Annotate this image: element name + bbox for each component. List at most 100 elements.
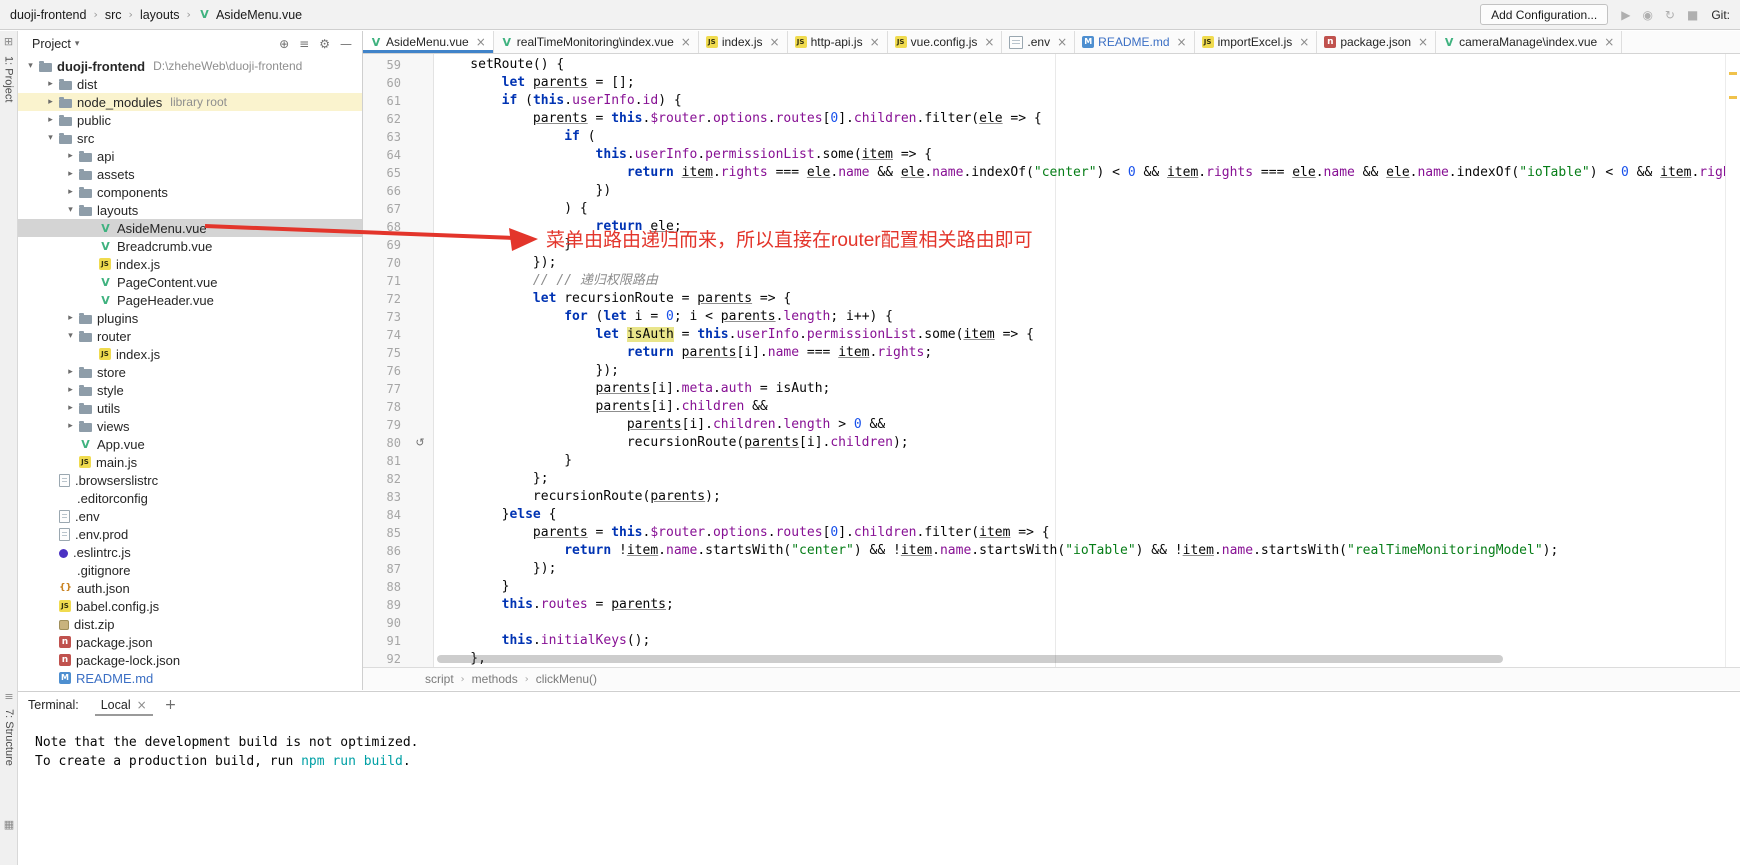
tree-item-babel-config-js[interactable]: JSbabel.config.js (18, 597, 362, 615)
tree-item-plugins[interactable]: ▸plugins (18, 309, 362, 327)
editor-tab[interactable]: MREADME.md× (1075, 31, 1194, 53)
project-tree[interactable]: ▾duoji-frontendD:\zheheWeb\duoji-fronten… (18, 57, 362, 690)
editor-tab[interactable]: JSvue.config.js× (888, 31, 1003, 53)
close-icon[interactable]: × (476, 36, 486, 48)
terminal-tab-local[interactable]: Local × (95, 694, 153, 716)
tree-item-style[interactable]: ▸style (18, 381, 362, 399)
editor-tab[interactable]: JShttp-api.js× (788, 31, 888, 53)
debug-icon[interactable]: ◉ (1642, 8, 1652, 22)
tree-item-index-js[interactable]: JSindex.js (18, 345, 362, 363)
tree-item-pageheader-vue[interactable]: VPageHeader.vue (18, 291, 362, 309)
chevron-icon[interactable]: ▸ (44, 115, 57, 125)
chevron-icon[interactable]: ▸ (64, 367, 77, 377)
tree-item-main-js[interactable]: JSmain.js (18, 453, 362, 471)
grid-icon[interactable]: ▦ (4, 819, 14, 830)
editor-breadcrumb-item[interactable]: script (425, 672, 454, 686)
tree-item-breadcrumb-vue[interactable]: VBreadcrumb.vue (18, 237, 362, 255)
tree-item-dist-zip[interactable]: dist.zip (18, 615, 362, 633)
chevron-icon[interactable]: ▸ (64, 313, 77, 323)
chevron-icon[interactable]: ▸ (44, 79, 57, 89)
terminal-output[interactable]: Note that the development build is not o… (18, 717, 1740, 771)
tree-item--browserslistrc[interactable]: .browserslistrc (18, 471, 362, 489)
editor-breadcrumb-item[interactable]: methods (472, 672, 518, 686)
tree-item-readme-md[interactable]: MREADME.md (18, 669, 362, 687)
close-icon[interactable]: × (1299, 36, 1309, 48)
editor-tab[interactable]: VAsideMenu.vue× (363, 31, 494, 53)
breadcrumb-item[interactable]: layouts (138, 8, 182, 22)
window-icon[interactable]: ⊞ (4, 36, 13, 47)
tree-item-src[interactable]: ▾src (18, 129, 362, 147)
hide-icon[interactable]: — (340, 37, 352, 51)
tree-item-layouts[interactable]: ▾layouts (18, 201, 362, 219)
project-panel-title[interactable]: Project (32, 37, 71, 51)
stripe-structure-button[interactable]: 7: Structure (3, 709, 15, 766)
tree-item-api[interactable]: ▸api (18, 147, 362, 165)
tree-item-utils[interactable]: ▸utils (18, 399, 362, 417)
code-area[interactable]: 59 setRoute() {60 let parents = [];61 if… (363, 54, 1726, 667)
breadcrumb-item[interactable]: VAsideMenu.vue (196, 8, 304, 22)
new-terminal-button[interactable]: + (165, 697, 177, 713)
close-icon[interactable]: × (1057, 36, 1067, 48)
chevron-icon[interactable]: ▾ (24, 61, 37, 71)
add-configuration-button[interactable]: Add Configuration... (1480, 4, 1608, 25)
tree-item-components[interactable]: ▸components (18, 183, 362, 201)
breadcrumb-item[interactable]: duoji-frontend (8, 8, 88, 22)
rerun-icon[interactable]: ↻ (1665, 8, 1675, 22)
editor-tab[interactable]: JSimportExcel.js× (1195, 31, 1318, 53)
tree-item-app-vue[interactable]: VApp.vue (18, 435, 362, 453)
chevron-down-icon[interactable]: ▾ (75, 39, 80, 49)
tree-item--env-prod[interactable]: .env.prod (18, 525, 362, 543)
close-icon[interactable]: × (770, 36, 780, 48)
tree-item-views[interactable]: ▸views (18, 417, 362, 435)
tree-item-store[interactable]: ▸store (18, 363, 362, 381)
chevron-icon[interactable]: ▾ (64, 205, 77, 215)
stripe-project-button[interactable]: 1: Project (3, 56, 15, 102)
locate-icon[interactable]: ⊕ (279, 37, 289, 51)
structure-icon[interactable]: ≡ (4, 691, 13, 702)
tree-item-pagecontent-vue[interactable]: VPageContent.vue (18, 273, 362, 291)
run-icon[interactable]: ▶ (1621, 8, 1630, 22)
editor-tab[interactable]: npackage.json× (1317, 31, 1436, 53)
close-icon[interactable]: × (984, 36, 994, 48)
editor-breadcrumb-item[interactable]: clickMenu() (536, 672, 597, 686)
tree-item-assets[interactable]: ▸assets (18, 165, 362, 183)
chevron-icon[interactable]: ▸ (64, 385, 77, 395)
close-icon[interactable]: × (137, 698, 147, 712)
close-icon[interactable]: × (870, 36, 880, 48)
collapse-all-icon[interactable]: ≡ (299, 37, 309, 51)
tree-item--env[interactable]: .env (18, 507, 362, 525)
vertical-scrollbar[interactable] (1725, 54, 1740, 667)
breadcrumb-item[interactable]: src (103, 8, 124, 22)
chevron-icon[interactable]: ▸ (64, 151, 77, 161)
close-icon[interactable]: × (1177, 36, 1187, 48)
editor-tab[interactable]: VcameraManage\index.vue× (1436, 31, 1622, 53)
tree-item-asidemenu-vue[interactable]: VAsideMenu.vue (18, 219, 362, 237)
chevron-icon[interactable]: ▸ (64, 169, 77, 179)
chevron-icon[interactable]: ▸ (64, 187, 77, 197)
tree-item-dist[interactable]: ▸dist (18, 75, 362, 93)
git-label[interactable]: Git: (1711, 8, 1730, 22)
settings-icon[interactable]: ⚙ (319, 37, 330, 51)
editor-tab[interactable]: .env× (1002, 31, 1075, 53)
tree-item-index-js[interactable]: JSindex.js (18, 255, 362, 273)
chevron-icon[interactable]: ▸ (64, 403, 77, 413)
chevron-icon[interactable]: ▸ (64, 421, 77, 431)
stop-icon[interactable]: ■ (1687, 8, 1698, 22)
tree-item-package-lock-json[interactable]: npackage-lock.json (18, 651, 362, 669)
chevron-icon[interactable]: ▸ (44, 97, 57, 107)
tree-item-auth-json[interactable]: {}auth.json (18, 579, 362, 597)
tree-item-package-json[interactable]: npackage.json (18, 633, 362, 651)
tree-item-router[interactable]: ▾router (18, 327, 362, 345)
tree-item-node-modules[interactable]: ▸node_moduleslibrary root (18, 93, 362, 111)
tree-item--gitignore[interactable]: .gitignore (18, 561, 362, 579)
close-icon[interactable]: × (681, 36, 691, 48)
chevron-icon[interactable]: ▾ (44, 133, 57, 143)
editor-tab[interactable]: VrealTimeMonitoring\index.vue× (494, 31, 699, 53)
chevron-icon[interactable]: ▾ (64, 331, 77, 341)
close-icon[interactable]: × (1604, 36, 1614, 48)
tree-item-public[interactable]: ▸public (18, 111, 362, 129)
close-icon[interactable]: × (1418, 36, 1428, 48)
editor-tab[interactable]: JSindex.js× (699, 31, 788, 53)
tree-item-duoji-frontend[interactable]: ▾duoji-frontendD:\zheheWeb\duoji-fronten… (18, 57, 362, 75)
horizontal-scrollbar[interactable] (437, 655, 1503, 663)
